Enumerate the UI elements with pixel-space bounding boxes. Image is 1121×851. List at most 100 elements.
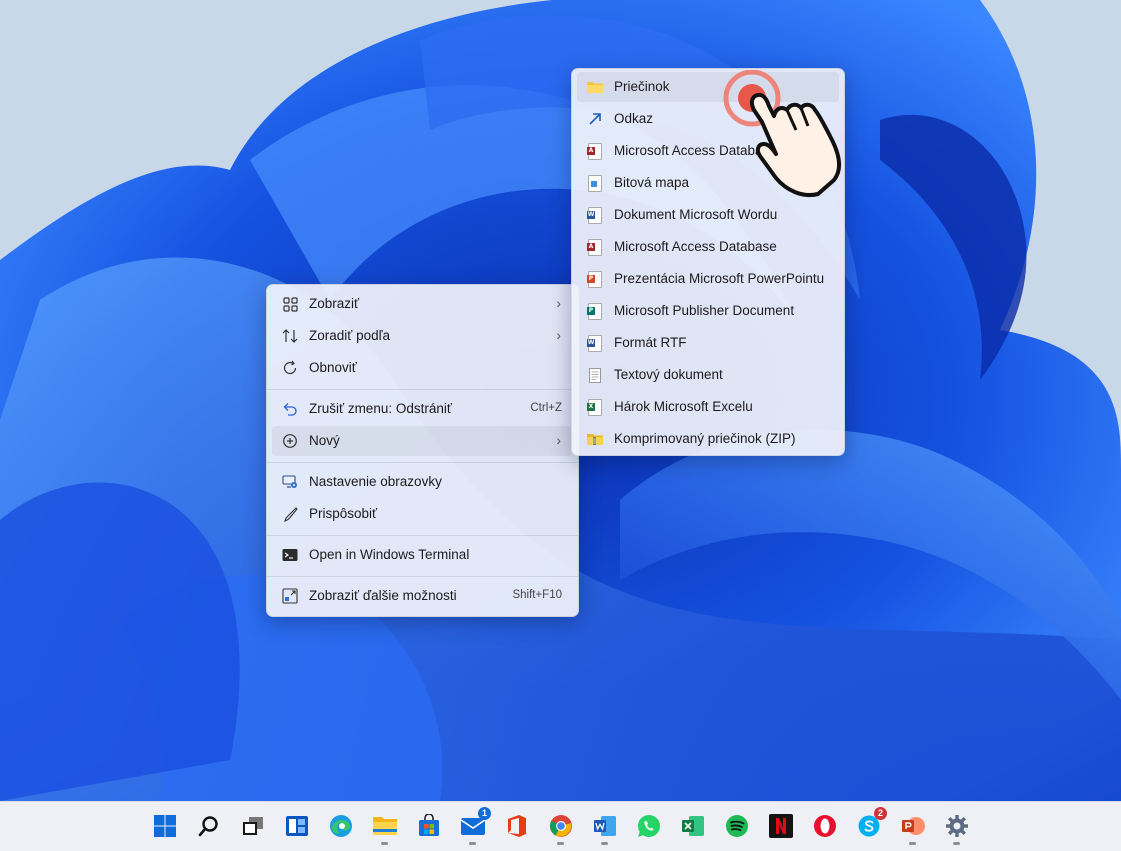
spotify-app[interactable]	[724, 813, 750, 839]
menu-item-open-terminal[interactable]: Open in Windows Terminal	[272, 540, 573, 570]
mail-notification-badge: 1	[478, 807, 491, 820]
submenu-item-excel[interactable]: X Hárok Microsoft Excelu	[577, 392, 839, 422]
menu-item-new[interactable]: Nový ›	[272, 426, 573, 456]
menu-item-label: Obnoviť	[309, 360, 357, 375]
opera-app[interactable]	[812, 813, 838, 839]
desktop-context-menu: Zobraziť › Zoradiť podľa › Obnoviť Zruši…	[266, 284, 579, 617]
submenu-item-label: Priečinok	[614, 79, 670, 94]
store-icon	[419, 814, 439, 836]
menu-item-label: Nastavenie obrazovky	[309, 474, 442, 489]
word-file-icon: W	[587, 206, 603, 224]
edge-icon	[330, 815, 352, 837]
menu-separator	[267, 462, 578, 463]
pointing-hand-cursor-icon	[722, 69, 857, 205]
personalize-brush-icon	[282, 506, 298, 522]
widgets-button[interactable]	[284, 813, 310, 839]
menu-item-display-settings[interactable]: Nastavenie obrazovky	[272, 467, 573, 497]
menu-item-label: Open in Windows Terminal	[309, 547, 470, 562]
netflix-icon	[769, 814, 793, 838]
submenu-item-powerpoint[interactable]: P Prezentácia Microsoft PowerPointu	[577, 264, 839, 294]
running-indicator	[909, 842, 916, 845]
running-indicator	[601, 842, 608, 845]
task-view-icon	[243, 817, 263, 835]
menu-item-show-more-options[interactable]: Zobraziť ďalšie možnosti Shift+F10	[272, 581, 573, 611]
gear-icon	[946, 815, 968, 837]
powerpoint-icon	[902, 817, 925, 835]
menu-item-sort-by[interactable]: Zoradiť podľa ›	[272, 321, 573, 351]
mail-app[interactable]: 1	[460, 807, 491, 845]
submenu-item-zip[interactable]: Komprimovaný priečinok (ZIP)	[577, 424, 839, 454]
whatsapp-app[interactable]	[636, 813, 662, 839]
menu-item-personalize[interactable]: Prispôsobiť	[272, 499, 573, 529]
text-file-icon	[587, 367, 603, 383]
chrome-app[interactable]	[548, 813, 574, 845]
running-indicator	[469, 842, 476, 845]
submenu-item-label: Microsoft Access Database	[614, 239, 777, 254]
whatsapp-icon	[637, 814, 660, 838]
excel-app[interactable]	[680, 813, 706, 839]
skype-notification-badge: 2	[874, 807, 887, 820]
office-app[interactable]	[504, 813, 530, 839]
opera-icon	[814, 815, 836, 837]
submenu-item-access-db-2[interactable]: A Microsoft Access Database	[577, 232, 839, 262]
office-icon	[508, 815, 526, 837]
menu-item-view[interactable]: Zobraziť ›	[272, 289, 573, 319]
menu-item-label: Prispôsobiť	[309, 506, 378, 521]
menu-item-label: Zobraziť	[309, 296, 360, 311]
shortcut-arrow-icon	[587, 111, 603, 127]
bitmap-file-icon	[587, 174, 603, 192]
word-app[interactable]	[592, 813, 618, 845]
search-icon	[198, 816, 218, 837]
spotify-icon	[726, 815, 748, 837]
taskbar: 1 2	[0, 801, 1121, 851]
submenu-item-label: Prezentácia Microsoft PowerPointu	[614, 271, 825, 286]
new-plus-icon	[282, 433, 298, 449]
terminal-icon	[282, 547, 298, 563]
chevron-right-icon: ›	[556, 327, 561, 343]
file-explorer-app[interactable]	[372, 813, 398, 845]
more-options-icon	[282, 588, 298, 604]
submenu-item-label: Hárok Microsoft Excelu	[614, 399, 753, 414]
powerpoint-app[interactable]	[900, 813, 926, 845]
start-button[interactable]	[152, 813, 178, 839]
chevron-right-icon: ›	[556, 295, 561, 311]
shortcut-text: Ctrl+Z	[530, 402, 562, 414]
widgets-icon	[286, 816, 308, 836]
running-indicator	[557, 842, 564, 845]
access-file-icon: A	[587, 142, 603, 160]
submenu-item-publisher[interactable]: P Microsoft Publisher Document	[577, 296, 839, 326]
excel-file-icon: X	[587, 398, 603, 416]
menu-separator	[267, 576, 578, 577]
access-file-icon: A	[587, 238, 603, 256]
search-button[interactable]	[196, 813, 222, 839]
menu-item-undo[interactable]: Zrušiť zmenu: Odstrániť Ctrl+Z	[272, 394, 573, 424]
submenu-item-label: Odkaz	[614, 111, 654, 126]
windows-logo-icon	[154, 815, 176, 837]
rtf-file-icon: W	[587, 334, 603, 352]
chrome-icon	[550, 815, 572, 837]
excel-icon	[682, 816, 704, 836]
submenu-item-rtf[interactable]: W Formát RTF	[577, 328, 839, 358]
file-explorer-icon	[373, 817, 397, 835]
powerpoint-file-icon: P	[587, 270, 603, 288]
sort-icon	[282, 328, 298, 344]
chevron-right-icon: ›	[556, 432, 561, 448]
menu-item-label: Zrušiť zmenu: Odstrániť	[309, 401, 452, 416]
settings-app[interactable]	[944, 813, 970, 845]
submenu-item-label: Bitová mapa	[614, 175, 690, 190]
submenu-item-label: Textový dokument	[614, 367, 723, 382]
menu-item-label: Zoradiť podľa	[309, 328, 391, 343]
undo-icon	[282, 401, 298, 417]
edge-app[interactable]	[328, 813, 354, 839]
submenu-item-label: Formát RTF	[614, 335, 687, 350]
store-app[interactable]	[416, 813, 442, 839]
skype-app[interactable]: 2	[856, 807, 887, 839]
folder-icon	[587, 79, 603, 95]
refresh-icon	[282, 360, 298, 376]
menu-item-label: Nový	[309, 433, 340, 448]
task-view-button[interactable]	[240, 813, 266, 839]
netflix-app[interactable]	[768, 813, 794, 839]
running-indicator	[953, 842, 960, 845]
menu-item-refresh[interactable]: Obnoviť	[272, 353, 573, 383]
submenu-item-text-doc[interactable]: Textový dokument	[577, 360, 839, 390]
